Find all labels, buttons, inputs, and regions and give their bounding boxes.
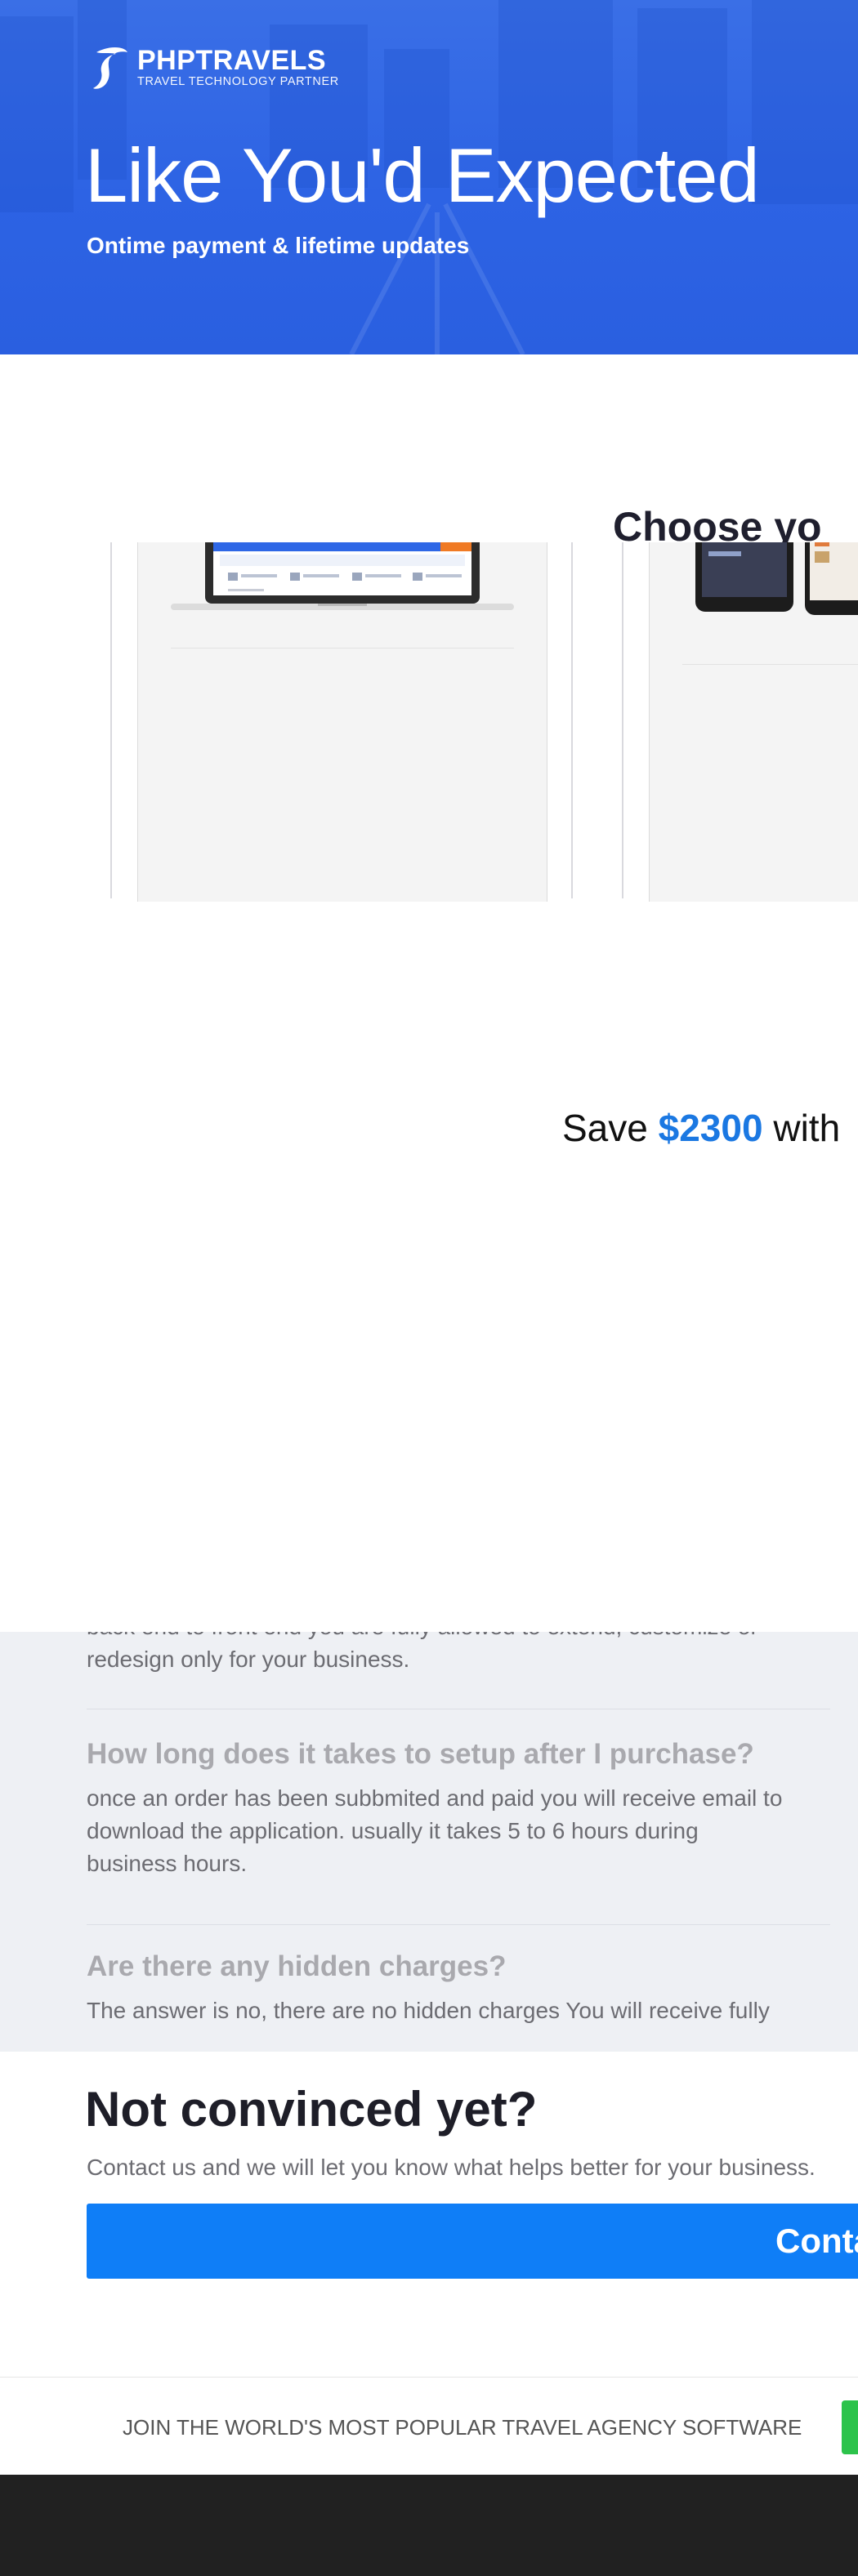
savings-prefix: Save (562, 1107, 659, 1149)
faq-item[interactable]: Are there any hidden charges? The answer… (87, 1949, 830, 2027)
phones-screenshot-image (695, 542, 858, 615)
products-section: Choose yo Save $2300 with (0, 354, 858, 1632)
faq-section: back end to front end you are fully allo… (0, 1632, 858, 2052)
join-button[interactable] (842, 2400, 858, 2454)
join-text: JOIN THE WORLD'S MOST POPULAR TRAVEL AGE… (123, 2415, 802, 2440)
savings-text: Save $2300 with (562, 1106, 840, 1150)
column-divider (110, 542, 112, 898)
footer (0, 2475, 858, 2576)
contact-subtitle: Contact us and we will let you know what… (87, 2155, 816, 2180)
hero-title: Like You'd Expected (85, 132, 760, 218)
faq-question[interactable]: Are there any hidden charges? (87, 1949, 830, 1985)
card-divider (682, 664, 858, 665)
column-divider (571, 542, 573, 898)
savings-suffix: with (762, 1107, 841, 1149)
faq-divider (87, 1924, 830, 1925)
brand-name: PHPTRAVELS (137, 45, 327, 76)
contact-button[interactable]: Conta (87, 2204, 858, 2279)
faq-answer: redesign only for your business. (87, 1647, 410, 1672)
faq-answer: The answer is no, there are no hidden ch… (87, 1998, 770, 2023)
contact-button-label: Conta (775, 2222, 858, 2260)
product-card-web[interactable] (137, 542, 547, 902)
faq-answer: back end to front end you are fully allo… (87, 1632, 830, 1643)
faq-item: back end to front end you are fully allo… (87, 1632, 830, 1676)
hero-subtitle: Ontime payment & lifetime updates (87, 233, 470, 258)
faq-question[interactable]: How long does it takes to setup after I … (87, 1736, 830, 1772)
hero-banner: PHPTRAVELS TRAVEL TECHNOLOGY PARTNER Lik… (0, 0, 858, 354)
product-cards-viewport (0, 542, 858, 902)
contact-title: Not convinced yet? (85, 2082, 538, 2137)
brand-logo[interactable]: PHPTRAVELS TRAVEL TECHNOLOGY PARTNER (88, 41, 339, 93)
product-card-mobile[interactable] (649, 542, 858, 902)
savings-amount: $2300 (658, 1107, 763, 1149)
laptop-screenshot-image (171, 542, 514, 610)
faq-answer: once an order has been subbmited and pai… (87, 1785, 783, 1811)
phptravels-logo-icon (93, 47, 127, 89)
faq-answer: download the application. usually it tak… (87, 1818, 699, 1843)
brand-tagline: TRAVEL TECHNOLOGY PARTNER (137, 75, 339, 88)
faq-answer: business hours. (87, 1851, 248, 1876)
join-bar: JOIN THE WORLD'S MOST POPULAR TRAVEL AGE… (0, 2377, 858, 2475)
column-divider (622, 542, 623, 898)
faq-item[interactable]: How long does it takes to setup after I … (87, 1736, 830, 1880)
